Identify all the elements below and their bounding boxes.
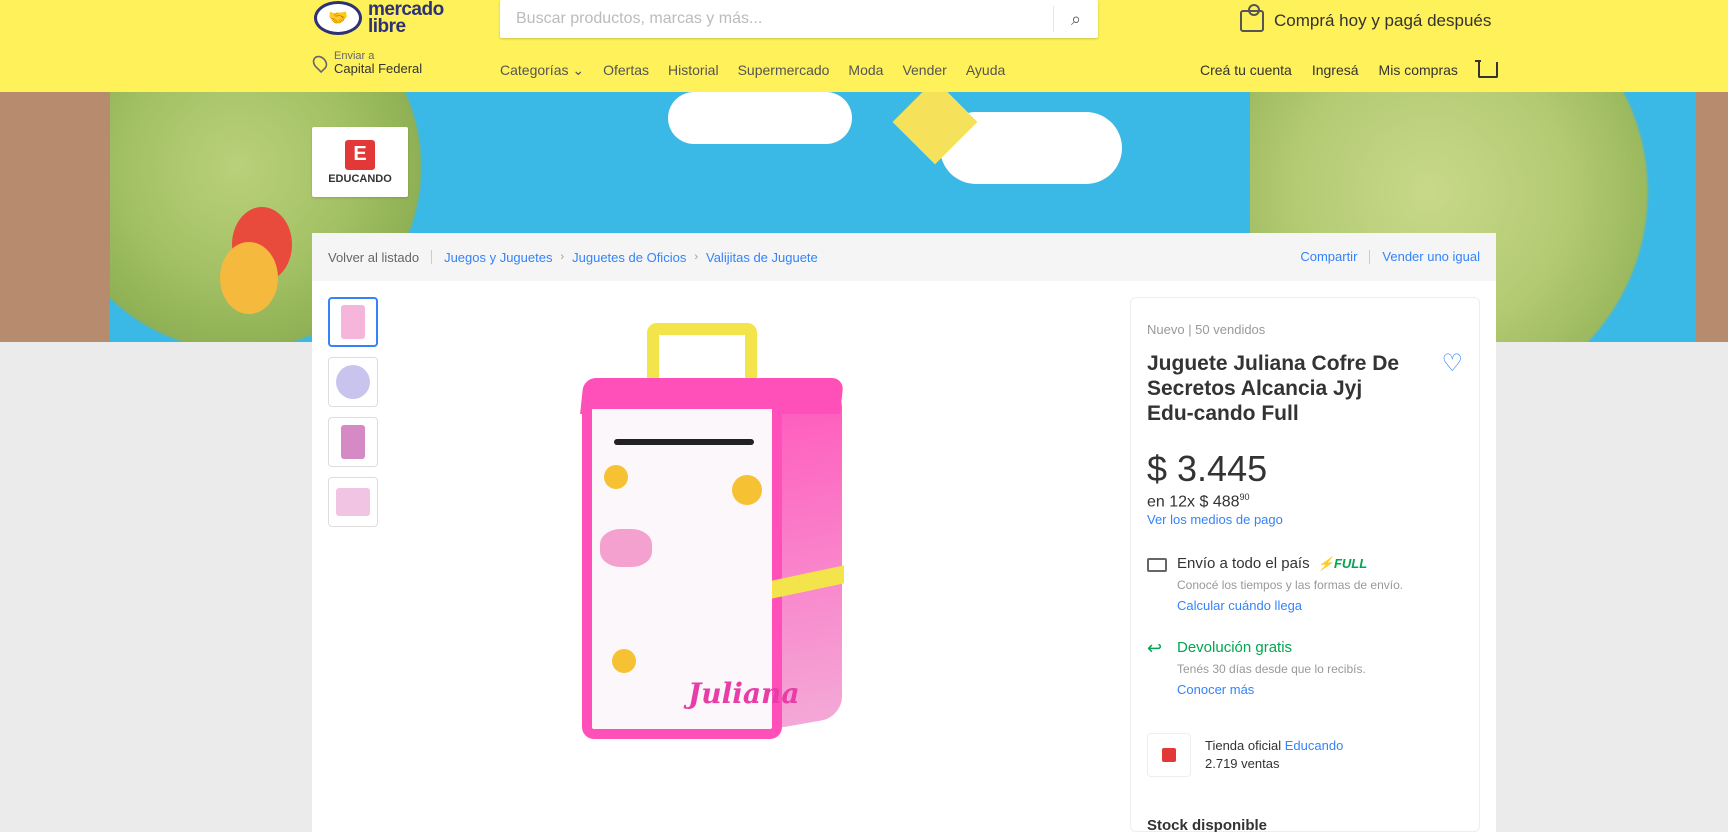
thumbnail[interactable] — [328, 357, 378, 407]
toy-front: Juliana — [582, 409, 800, 739]
sell-same-link[interactable]: Vender uno igual — [1382, 249, 1480, 264]
official-store-label: Tienda oficial — [1205, 738, 1282, 754]
account-nav: Creá tu cuenta Ingresá Mis compras — [1200, 60, 1498, 78]
shipping-title: Envío a todo el país ⚡FULL — [1177, 555, 1403, 572]
back-to-list-link[interactable]: Volver al listado — [328, 250, 419, 265]
learn-more-link[interactable]: Conocer más — [1177, 682, 1366, 697]
calculate-arrival-link[interactable]: Calcular cuándo llega — [1177, 598, 1403, 613]
share-link[interactable]: Compartir — [1300, 249, 1357, 264]
thumbnail-image — [336, 488, 370, 516]
store-logo-mark: E — [345, 139, 375, 170]
truck-icon — [1147, 558, 1167, 573]
share-links: Compartir Vender uno igual — [1300, 249, 1480, 264]
logo-line2: libre — [368, 16, 406, 37]
nav-item-offers[interactable]: Ofertas — [603, 62, 649, 79]
seller-name-link[interactable]: Educando — [1285, 738, 1344, 753]
buy-box: Nuevo | 50 vendidos Juguete Juliana Cofr… — [1130, 297, 1480, 832]
store-logo[interactable]: E EDUCANDO — [312, 127, 408, 197]
my-purchases-link[interactable]: Mis compras — [1379, 62, 1458, 78]
header: 🤝 mercado libre ⌕ Comprá hoy y pagá desp… — [0, 0, 1728, 92]
emoji-sticker — [612, 649, 636, 673]
breadcrumb-item[interactable]: Juegos y Juguetes — [444, 250, 552, 265]
login-link[interactable]: Ingresá — [1312, 62, 1359, 78]
handshake-icon: 🤝 — [314, 1, 362, 35]
breadcrumb-divider — [431, 250, 433, 264]
seller-text: Tienda oficial Educando 2.719 ventas — [1205, 737, 1343, 773]
thumbnail-list — [328, 297, 378, 527]
bow-sticker — [600, 529, 652, 567]
search-bar: ⌕ — [500, 0, 1098, 38]
shipping-note: Conocé los tiempos y las formas de envío… — [1177, 578, 1404, 593]
title-row: Juguete Juliana Cofre De Secretos Alcanc… — [1147, 349, 1463, 426]
seller-info: Tienda oficial Educando 2.719 ventas — [1147, 733, 1463, 778]
location-pin-icon — [309, 52, 331, 74]
store-logo-name: EDUCANDO — [328, 172, 392, 185]
banner-wood-right — [1696, 92, 1728, 342]
search-input[interactable] — [500, 0, 1053, 38]
thumbnail[interactable] — [328, 477, 378, 527]
thumbnail-image — [341, 425, 365, 459]
thumbnail[interactable] — [328, 417, 378, 467]
banner-wood-left — [0, 92, 110, 342]
chevron-right-icon: › — [560, 251, 565, 263]
share-divider — [1369, 249, 1371, 264]
return-arrow-icon: ↩ — [1147, 638, 1163, 659]
toy-slot — [614, 439, 754, 445]
product-price: $ 3.445 — [1147, 448, 1268, 489]
promo-link[interactable]: Comprá hoy y pagá después — [1240, 4, 1492, 36]
thumbnail-image — [336, 365, 370, 399]
nav-item-help[interactable]: Ayuda — [966, 62, 1005, 79]
condition-and-sold: Nuevo | 50 vendidos — [1147, 322, 1266, 337]
create-account-link[interactable]: Creá tu cuenta — [1200, 62, 1292, 78]
installments-amount: en 12x $ 488 — [1147, 493, 1240, 511]
returns-info: ↩ Devolución gratis Tenés 30 días desde … — [1147, 639, 1463, 697]
returns-note: Tenés 30 días desde que lo recibís. — [1177, 662, 1366, 677]
shipping-title-text: Envío a todo el país — [1177, 555, 1310, 573]
main-nav: Categorías ⌄ Ofertas Historial Supermerc… — [500, 62, 1005, 79]
breadcrumb: Volver al listado Juegos y Juguetes › Ju… — [312, 233, 1496, 281]
seller-line: Tienda oficial Educando — [1205, 737, 1343, 755]
nav-item-supermarket[interactable]: Supermercado — [738, 62, 830, 79]
stock-status: Stock disponible — [1147, 817, 1268, 832]
emoji-sticker — [732, 475, 762, 505]
promo-text: Comprá hoy y pagá después — [1274, 11, 1492, 30]
balloon-icon — [220, 242, 278, 314]
thumbnail-image — [341, 305, 365, 339]
breadcrumb-item[interactable]: Valijitas de Juguete — [706, 250, 818, 265]
payment-methods-link[interactable]: Ver los medios de pago — [1147, 512, 1283, 527]
mercadolibre-logo[interactable]: 🤝 mercado libre — [314, 0, 450, 36]
heart-icon[interactable]: ♡ — [1441, 349, 1463, 426]
nav-item-sell[interactable]: Vender — [902, 62, 946, 79]
chevron-right-icon: › — [694, 251, 698, 263]
breadcrumb-item[interactable]: Juguetes de Oficios — [572, 250, 686, 265]
toy-brand-label: Juliana — [688, 677, 800, 710]
logo-text: mercado libre — [368, 0, 444, 37]
seller-logo-mark — [1162, 748, 1176, 763]
cloud — [668, 92, 852, 144]
installments: en 12x $ 48890 — [1147, 492, 1463, 511]
location-value: Capital Federal — [334, 61, 423, 76]
shipping-info: Envío a todo el país ⚡FULL Conocé los ti… — [1147, 555, 1463, 613]
installments-cents: 90 — [1239, 492, 1250, 502]
product-title: Juguete Juliana Cofre De Secretos Alcanc… — [1147, 352, 1400, 425]
seller-sales: 2.719 ventas — [1205, 756, 1280, 772]
returns-title: Devolución gratis — [1177, 639, 1293, 657]
search-icon: ⌕ — [1070, 8, 1082, 29]
nav-item-history[interactable]: Historial — [668, 62, 719, 79]
cart-icon[interactable] — [1474, 60, 1498, 78]
location-selector[interactable]: Enviar a Capital Federal — [309, 50, 423, 76]
full-badge[interactable]: ⚡FULL — [1318, 556, 1367, 571]
search-button[interactable]: ⌕ — [1054, 0, 1098, 38]
thumbnail[interactable] — [328, 297, 378, 347]
product-main-image[interactable]: Juliana — [572, 323, 872, 743]
product-card: Volver al listado Juegos y Juguetes › Ju… — [312, 233, 1496, 832]
credit-icon — [1240, 4, 1264, 32]
nav-item-fashion[interactable]: Moda — [848, 62, 883, 79]
nav-item-categories[interactable]: Categorías ⌄ — [500, 62, 584, 79]
emoji-sticker — [604, 465, 628, 489]
seller-logo[interactable] — [1147, 733, 1191, 778]
